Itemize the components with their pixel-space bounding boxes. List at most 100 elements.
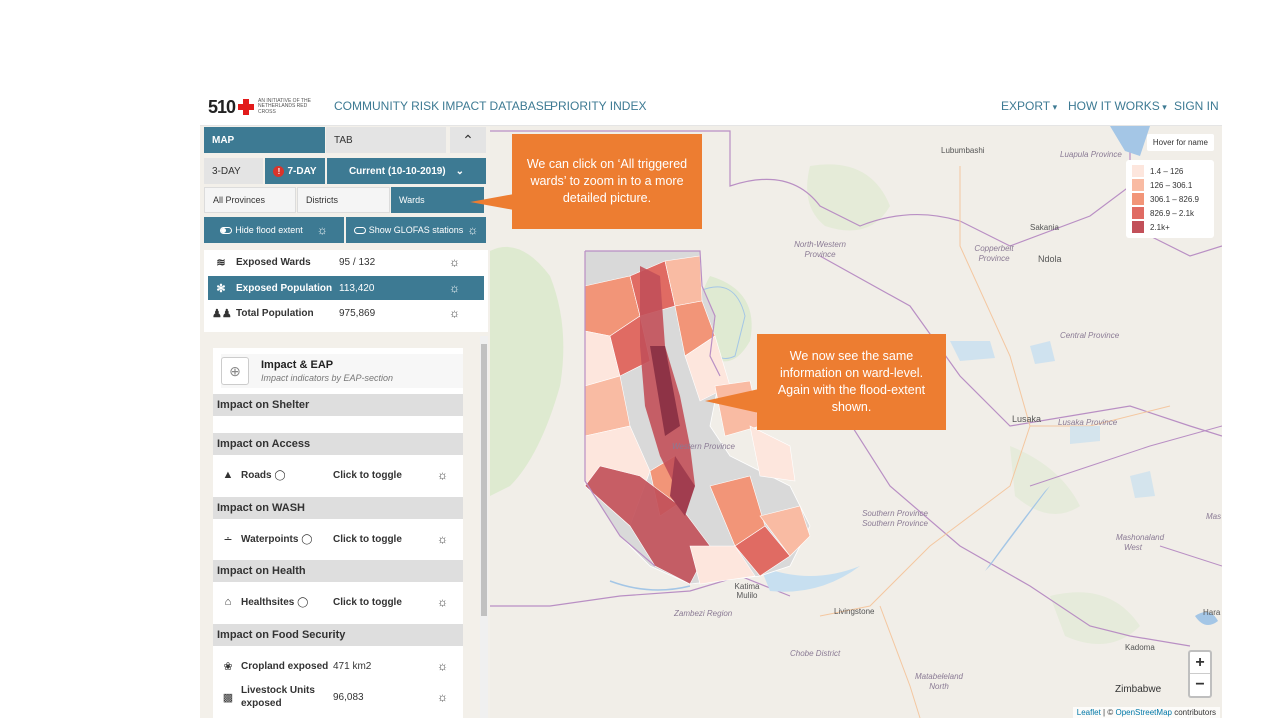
leaflet-link[interactable]: Leaflet bbox=[1077, 708, 1101, 717]
row-waterpoints[interactable]: ∸ Waterpoints ◯ Click to toggle ☼ bbox=[213, 526, 463, 552]
province-north-western: North-Western Province bbox=[794, 240, 846, 259]
nav-impact-database[interactable]: IMPACT DATABASE bbox=[442, 99, 552, 113]
province-zambezi: Zambezi Region bbox=[674, 609, 733, 618]
livestock-icon: ▩ bbox=[222, 691, 234, 704]
section-food-security: Impact on Food Security bbox=[213, 624, 463, 646]
row-toggle-text: Click to toggle bbox=[333, 533, 402, 545]
nav-how-it-works[interactable]: HOW IT WORKS bbox=[1068, 99, 1167, 113]
logo-tagline: AN INITIATIVE OF THE NETHERLANDS RED CRO… bbox=[258, 97, 311, 115]
top-navigation: 510 AN INITIATIVE OF THE NETHERLANDS RED… bbox=[200, 88, 1222, 126]
province-copperbelt: Copperbelt Province bbox=[974, 244, 1014, 263]
tab-tab[interactable]: TAB bbox=[326, 127, 446, 153]
gear-icon[interactable]: ☼ bbox=[437, 659, 448, 673]
attrib-contributors: contributors bbox=[1174, 708, 1216, 717]
row-roads[interactable]: ▲ Roads ◯ Click to toggle ☼ bbox=[213, 462, 463, 488]
row-cropland[interactable]: ❀ Cropland exposed 471 km2 ☼ bbox=[213, 653, 463, 679]
people-icon: ✻ bbox=[216, 282, 226, 295]
admin-districts[interactable]: Districts bbox=[297, 187, 390, 213]
admin-all-provinces[interactable]: All Provinces bbox=[204, 187, 296, 213]
row-name: Healthsites ◯ bbox=[241, 596, 309, 608]
flood-icon: ≋ bbox=[216, 256, 226, 269]
province-mas: Mas bbox=[1206, 512, 1222, 521]
attrib-separator: | © bbox=[1103, 708, 1114, 717]
row-value: 471 km2 bbox=[333, 660, 372, 672]
row-name: Cropland exposed bbox=[241, 660, 329, 672]
red-cross-icon bbox=[238, 99, 255, 115]
waterpoint-icon: ∸ bbox=[223, 533, 233, 546]
toggle-flood-extent[interactable]: Hide flood extent ☼ bbox=[204, 217, 344, 243]
logo-510[interactable]: 510 AN INITIATIVE OF THE NETHERLANDS RED… bbox=[208, 96, 312, 118]
sidebar: MAP TAB ⌃ 3-DAY ! 7-DAY Current (10-10-2… bbox=[200, 126, 490, 718]
current-date-dropdown[interactable]: Current (10-10-2019) ⌄ bbox=[327, 158, 486, 184]
row-name: Waterpoints ◯ bbox=[241, 533, 313, 545]
map-legend: 1.4 – 126 126 – 306.1 306.1 – 826.9 826.… bbox=[1126, 160, 1214, 238]
gear-icon[interactable]: ☼ bbox=[449, 306, 460, 320]
province-southern: Southern Province Southern Province bbox=[862, 509, 928, 528]
toggle-icon: ◯ bbox=[301, 533, 313, 545]
lead-time-7day[interactable]: ! 7-DAY bbox=[265, 158, 325, 184]
stat-label: Exposed Wards bbox=[236, 256, 311, 268]
row-value: 96,083 bbox=[333, 691, 364, 703]
family-icon: ♟♟ bbox=[212, 307, 232, 320]
province-matabeleland-north: Matabeleland North bbox=[914, 672, 964, 691]
scrollbar-thumb[interactable] bbox=[481, 344, 487, 616]
toggle-off-icon bbox=[353, 226, 366, 234]
nav-sign-in[interactable]: SIGN IN bbox=[1174, 99, 1219, 113]
gear-icon[interactable]: ☼ bbox=[437, 690, 448, 704]
section-wash: Impact on WASH bbox=[213, 497, 463, 519]
tab-map[interactable]: MAP bbox=[204, 127, 325, 153]
section-shelter: Impact on Shelter bbox=[213, 394, 463, 416]
toggle-glofas-stations[interactable]: Show GLOFAS stations ☼ bbox=[346, 217, 486, 243]
place-lubumbashi: Lubumbashi bbox=[941, 146, 985, 155]
place-sakania: Sakania bbox=[1030, 223, 1059, 232]
gear-icon[interactable]: ☼ bbox=[437, 468, 448, 482]
alert-icon: ! bbox=[273, 165, 285, 177]
osm-link[interactable]: OpenStreetMap bbox=[1115, 708, 1171, 717]
toggle-icon: ◯ bbox=[297, 596, 309, 608]
gear-icon[interactable]: ☼ bbox=[437, 595, 448, 609]
gear-icon[interactable]: ☼ bbox=[437, 532, 448, 546]
gear-icon[interactable]: ☼ bbox=[449, 255, 460, 269]
logo-number: 510 bbox=[208, 96, 236, 117]
zoom-in-button[interactable]: + bbox=[1190, 652, 1210, 674]
crop-icon: ❀ bbox=[223, 660, 233, 673]
stat-total-population[interactable]: ♟♟ Total Population 975,869 ☼ bbox=[208, 301, 484, 325]
place-katima-mulilo: Katima Mulilo bbox=[734, 582, 760, 600]
legend-item: 2.1k+ bbox=[1132, 220, 1208, 234]
impact-eap-panel: ⊕ Impact & EAP Impact indicators by EAP-… bbox=[213, 348, 463, 718]
gear-icon[interactable]: ☼ bbox=[449, 281, 460, 295]
nav-community-risk[interactable]: COMMUNITY RISK bbox=[334, 99, 439, 113]
province-mashonaland-west: Mashonaland West bbox=[1116, 533, 1165, 552]
place-hara: Hara bbox=[1203, 608, 1221, 617]
chevron-down-icon: ⌄ bbox=[455, 165, 465, 177]
place-livingstone: Livingstone bbox=[834, 607, 875, 616]
province-western: Western Province bbox=[672, 442, 735, 451]
stats-box: ≋ Exposed Wards 95 / 132 ☼ ✻ Exposed Pop… bbox=[204, 250, 488, 332]
province-chobe: Chobe District bbox=[790, 649, 841, 658]
nav-export[interactable]: EXPORT bbox=[1001, 99, 1057, 113]
province-luapula: Luapula Province bbox=[1060, 150, 1122, 159]
row-livestock[interactable]: ▩ Livestock Units exposed 96,083 ☼ bbox=[213, 682, 463, 712]
section-health: Impact on Health bbox=[213, 560, 463, 582]
nav-priority-index[interactable]: PRIORITY INDEX bbox=[550, 99, 646, 113]
legend-item: 1.4 – 126 bbox=[1132, 164, 1208, 178]
panel-subtitle: Impact indicators by EAP-section bbox=[261, 373, 394, 383]
place-zimbabwe: Zimbabwe bbox=[1115, 684, 1162, 695]
row-name: Roads ◯ bbox=[241, 469, 286, 481]
section-access: Impact on Access bbox=[213, 433, 463, 455]
row-name: Livestock Units exposed bbox=[241, 685, 315, 709]
callout-arrow-left-2 bbox=[705, 389, 759, 413]
hover-for-name-hint: Hover for name bbox=[1146, 134, 1214, 151]
stat-value: 113,420 bbox=[339, 282, 375, 294]
zoom-control: + − bbox=[1188, 650, 1212, 698]
lead-time-3day[interactable]: 3-DAY bbox=[204, 158, 263, 184]
gear-icon: ☼ bbox=[467, 223, 479, 237]
zoom-out-button[interactable]: − bbox=[1190, 674, 1210, 696]
stat-exposed-wards[interactable]: ≋ Exposed Wards 95 / 132 ☼ bbox=[208, 250, 484, 274]
row-healthsites[interactable]: ⌂ Healthsites ◯ Click to toggle ☼ bbox=[213, 589, 463, 615]
place-kadoma: Kadoma bbox=[1125, 643, 1155, 652]
callout-ward-level: We now see the same information on ward-… bbox=[757, 334, 946, 430]
collapse-chevron-icon[interactable]: ⌃ bbox=[450, 127, 486, 153]
stat-value: 975,869 bbox=[339, 307, 376, 319]
stat-exposed-population[interactable]: ✻ Exposed Population 113,420 ☼ bbox=[208, 276, 484, 300]
